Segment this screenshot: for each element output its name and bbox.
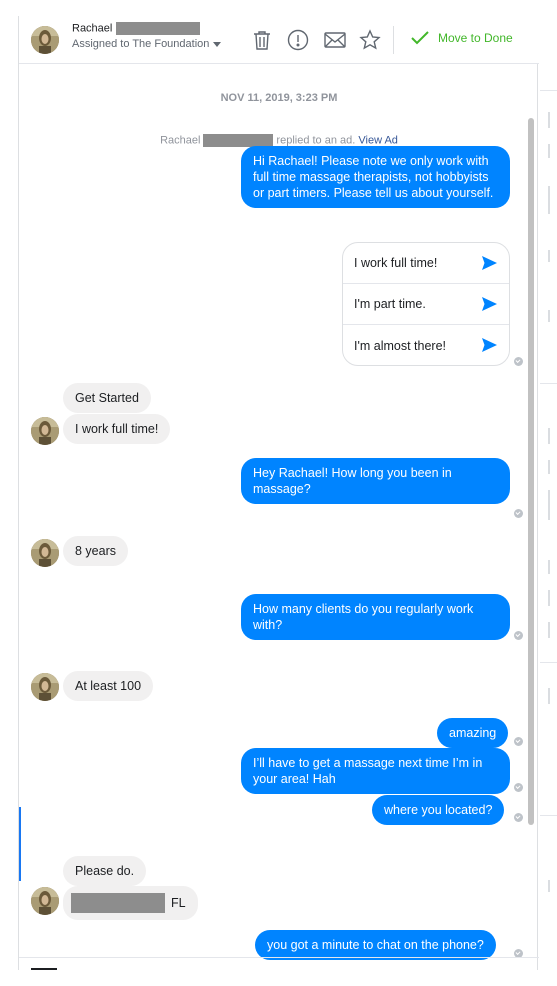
quick-reply-label: I work full time! — [354, 256, 438, 270]
seen-indicator-icon — [514, 783, 523, 792]
contact-avatar — [31, 417, 59, 445]
quick-reply-option[interactable]: I work full time! — [343, 243, 509, 284]
spam-icon[interactable] — [287, 29, 309, 51]
edge-mark — [548, 490, 550, 520]
edge-mark — [548, 590, 550, 606]
seen-indicator-icon — [514, 631, 523, 640]
incoming-message: FL — [63, 886, 198, 920]
seen-indicator-icon — [514, 509, 523, 518]
quick-reply-label: I'm part time. — [354, 297, 426, 311]
assignment-dropdown[interactable]: Assigned to The Foundation — [72, 38, 222, 50]
thread-scrollbar[interactable] — [528, 118, 534, 825]
move-to-done-label: Move to Done — [438, 31, 513, 45]
avatar-image — [31, 26, 59, 54]
send-icon — [482, 297, 497, 311]
edge-mark — [548, 428, 550, 444]
edge-mark — [548, 144, 550, 158]
contact-avatar — [31, 673, 59, 701]
edge-divider — [540, 90, 557, 91]
incoming-message: 8 years — [63, 536, 128, 566]
contact-name[interactable]: Rachael — [72, 22, 201, 35]
right-edge-panel — [540, 0, 557, 986]
thread-timestamp: NOV 11, 2019, 3:23 PM — [220, 92, 338, 104]
redacted-surname — [116, 22, 201, 35]
edge-mark — [548, 250, 550, 262]
contact-avatar — [31, 539, 59, 567]
view-ad-link[interactable]: View Ad — [358, 134, 398, 146]
quick-replies: I work full time! I'm part time. I'm alm… — [342, 242, 510, 366]
seen-indicator-icon — [514, 357, 523, 366]
edge-mark — [548, 880, 550, 892]
edge-mark — [548, 310, 550, 322]
contact-first-name: Rachael — [72, 22, 113, 35]
quick-reply-option[interactable]: I'm part time. — [343, 284, 509, 325]
outgoing-message: amazing — [437, 718, 509, 748]
star-icon[interactable] — [359, 29, 381, 51]
assigned-to-label: Assigned to The Foundation — [72, 38, 210, 50]
incoming-message: Get Started — [63, 383, 151, 413]
redacted-location — [71, 893, 165, 913]
edge-divider — [540, 815, 557, 816]
contact-avatar[interactable] — [31, 26, 59, 54]
contact-avatar — [31, 887, 59, 915]
composer-cursor[interactable] — [31, 968, 57, 970]
mail-icon[interactable] — [324, 29, 346, 51]
outgoing-message: How many clients do you regularly work w… — [241, 594, 510, 640]
incoming-message: Please do. — [63, 856, 147, 886]
ad-note-action: replied to an ad. — [276, 134, 356, 147]
conversation-header: Rachael Assigned to The Foundation Move … — [19, 16, 539, 64]
header-divider — [393, 26, 394, 54]
outgoing-message: Hey Rachael! How long you been in massag… — [241, 458, 510, 504]
quick-reply-label: I'm almost there! — [354, 338, 446, 353]
send-icon — [482, 338, 497, 352]
check-icon — [411, 31, 429, 45]
edge-mark — [548, 186, 550, 214]
edge-mark — [548, 688, 550, 704]
edge-divider — [540, 662, 557, 663]
unread-marker — [19, 807, 21, 881]
ad-note-name: Rachael — [160, 134, 201, 147]
trash-icon[interactable] — [251, 29, 273, 51]
composer-divider — [19, 957, 539, 958]
incoming-message: At least 100 — [63, 671, 154, 701]
message-thread: NOV 11, 2019, 3:23 PM Rachael replied to … — [19, 65, 539, 960]
edge-mark — [548, 560, 550, 574]
edge-mark — [548, 460, 550, 474]
chevron-down-icon — [213, 41, 222, 47]
seen-indicator-icon — [514, 813, 523, 822]
outgoing-message: where you located? — [372, 795, 505, 825]
incoming-message-text: FL — [171, 896, 186, 910]
outgoing-message: you got a minute to chat on the phone? — [255, 930, 496, 960]
edge-divider — [540, 383, 557, 384]
edge-mark — [548, 622, 550, 638]
send-icon — [482, 256, 497, 270]
outgoing-message: Hi Rachael! Please note we only work wit… — [241, 146, 510, 208]
edge-mark — [548, 112, 550, 128]
quick-reply-option[interactable]: I'm almost there! — [343, 325, 509, 365]
incoming-message: I work full time! — [63, 414, 171, 444]
outgoing-message: I’ll have to get a massage next time I’m… — [241, 748, 510, 794]
move-to-done-button[interactable]: Move to Done — [411, 31, 513, 45]
conversation-panel: Rachael Assigned to The Foundation Move … — [18, 16, 539, 970]
seen-indicator-icon — [514, 737, 523, 746]
